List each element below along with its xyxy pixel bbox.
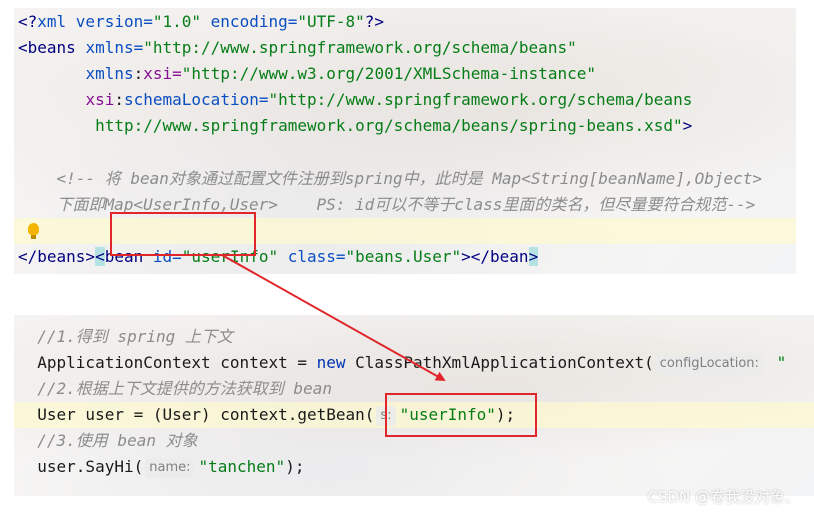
watermark-text: CSDN @卷我没对象、: [647, 488, 800, 506]
param-hint: configLocation:: [655, 354, 763, 374]
annotation-box-getbean-arg: [385, 393, 537, 437]
annotation-box-bean-id: [110, 212, 256, 256]
lightbulb-icon[interactable]: [28, 223, 39, 239]
xml-line-1: <?xml version="1.0" encoding="UTF-8"?>: [18, 12, 385, 31]
xml-line-5: http://www.springframework.org/schema/be…: [95, 116, 693, 135]
xml-line-6: [18, 139, 796, 165]
xml-line-3: xmlns:xsi="http://www.w3.org/2001/XMLSch…: [85, 64, 596, 83]
xml-comment-line-1: <!-- 将 bean对象通过配置文件注册到spring中，此时是 Map<St…: [56, 169, 763, 188]
xml-line-4: xsi:schemaLocation="http://www.springfra…: [85, 90, 693, 109]
param-hint: name:: [145, 458, 195, 478]
java-line-context: ApplicationContext context = new ClassPa…: [18, 353, 787, 374]
java-line-sayhi: user.SayHi(name: "tanchen");: [18, 457, 305, 478]
xml-line-2: <beans xmlns="http://www.springframework…: [18, 38, 577, 57]
java-comment-1: //1.得到 spring 上下文: [18, 327, 233, 346]
